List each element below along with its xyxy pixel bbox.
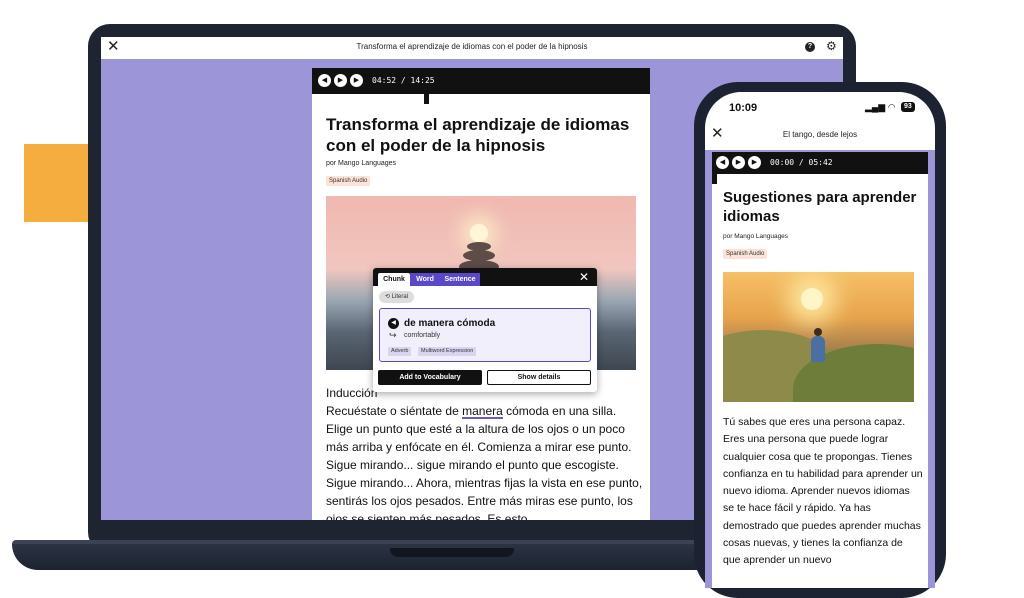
article-body: Inducción Recuéstate o siéntate de maner… bbox=[326, 384, 644, 520]
rewind-icon[interactable]: ◀ bbox=[318, 74, 331, 87]
highlighted-sentence: Recuéstate o siéntate de manera cómoda e… bbox=[326, 404, 617, 418]
language-badge: Spanish Audio bbox=[326, 176, 371, 186]
mountain-sunset-image bbox=[723, 272, 914, 402]
forward-icon[interactable]: ▶ bbox=[748, 156, 761, 169]
tab-chunk[interactable]: Chunk bbox=[378, 273, 410, 286]
tag-multiword: Multiword Expression bbox=[418, 347, 477, 356]
highlighted-word[interactable]: manera bbox=[462, 404, 503, 418]
literal-toggle[interactable]: ⟲ Literal bbox=[379, 291, 415, 303]
help-icon[interactable]: ? bbox=[805, 42, 815, 52]
marketing-composite: ✕ Transforma el aprendizaje de idiomas c… bbox=[0, 0, 1024, 598]
person bbox=[811, 336, 825, 362]
page-title: Sugestiones para aprender idiomas bbox=[723, 189, 917, 225]
translation-popup: Chunk Word Sentence ✕ ⟲ Literal ◀ de man… bbox=[373, 268, 597, 392]
audio-player: ◀ ▶ ▶ 04:52 / 14:25 bbox=[312, 68, 650, 94]
show-details-button[interactable]: Show details bbox=[487, 370, 591, 385]
arrow-return-icon: ↪ bbox=[389, 330, 397, 340]
audio-player: ◀ ▶ ▶ 00:00 / 05:42 bbox=[712, 152, 928, 174]
title-bar: ✕ Transforma el aprendizaje de idiomas c… bbox=[101, 37, 843, 59]
byline: por Mango Languages bbox=[723, 233, 789, 240]
status-time: 10:09 bbox=[729, 102, 758, 114]
laptop-notch bbox=[390, 548, 514, 557]
window-title: El tango, desde lejos bbox=[782, 130, 858, 139]
language-badge: Spanish Audio bbox=[723, 249, 768, 259]
article-text: Elige un punto que esté a la altura de l… bbox=[326, 422, 643, 520]
playback-marker[interactable] bbox=[712, 174, 717, 184]
reading-page: ◀ ▶ ▶ 00:00 / 05:42 Sugestiones para apr… bbox=[712, 152, 928, 588]
tab-word[interactable]: Word bbox=[410, 273, 440, 286]
play-icon[interactable]: ▶ bbox=[334, 74, 347, 87]
window-title: Transforma el aprendizaje de idiomas con… bbox=[356, 42, 588, 51]
page-title: Transforma el aprendizaje de idiomas con… bbox=[326, 115, 630, 155]
tag-adverb: Adverb bbox=[388, 347, 412, 356]
play-icon[interactable]: ▶ bbox=[732, 156, 745, 169]
add-to-vocabulary-button[interactable]: Add to Vocabulary bbox=[378, 370, 482, 385]
byline: por Mango Languages bbox=[326, 160, 397, 167]
speaker-icon[interactable]: ◀ bbox=[388, 318, 399, 329]
phrase-text: de manera cómoda bbox=[404, 318, 496, 329]
forward-icon[interactable]: ▶ bbox=[350, 74, 363, 87]
translation-text: comfortably bbox=[404, 332, 441, 339]
battery-icon: 93 bbox=[901, 102, 915, 112]
sun bbox=[470, 224, 488, 242]
article-body: Tú sabes que eres una persona capaz. Ere… bbox=[723, 416, 923, 567]
popup-header: Chunk Word Sentence ✕ bbox=[373, 268, 597, 286]
person bbox=[814, 328, 822, 336]
close-icon[interactable]: ✕ bbox=[579, 270, 589, 284]
player-time: 00:00 / 05:42 bbox=[770, 158, 833, 167]
tab-sentence[interactable]: Sentence bbox=[440, 273, 480, 286]
gear-icon[interactable]: ⚙ bbox=[826, 40, 837, 53]
translation-card: ◀ de manera cómoda ↪ comfortably Adverb … bbox=[379, 308, 591, 362]
rewind-icon[interactable]: ◀ bbox=[716, 156, 729, 169]
sun bbox=[801, 288, 823, 310]
playback-marker[interactable] bbox=[424, 94, 429, 104]
signal-wifi-icon: ▂▄▆ ◠ bbox=[865, 102, 896, 112]
player-time: 04:52 / 14:25 bbox=[372, 76, 435, 85]
phone-screen: 10:09 ▂▄▆ ◠ 93 ✕ El tango, desde lejos ◀… bbox=[705, 92, 935, 588]
